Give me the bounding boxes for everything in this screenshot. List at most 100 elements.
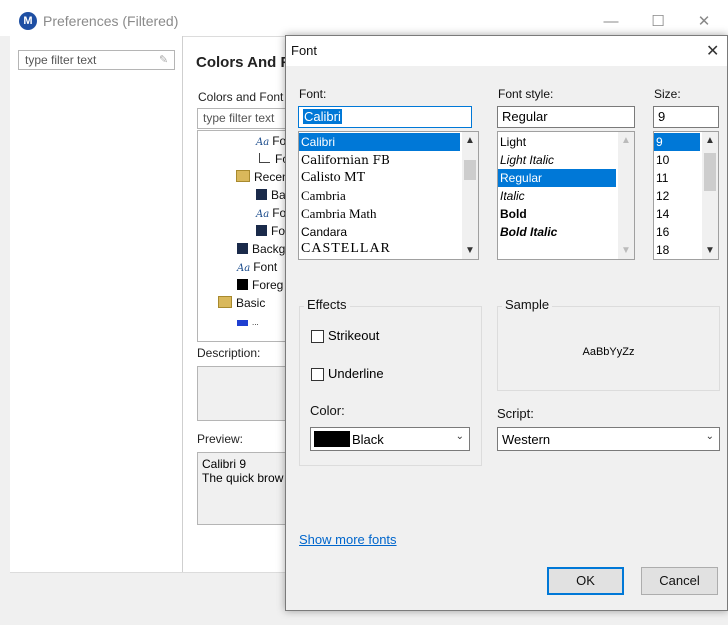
font-icon: Aa (256, 209, 270, 220)
tree-item-label: Foreg (252, 278, 284, 292)
tree-item[interactable]: Ba (256, 188, 286, 206)
font-list-item[interactable]: CASTELLAR (299, 240, 391, 258)
style-list-item[interactable]: Bold (498, 205, 527, 223)
size-input[interactable]: 9 (653, 106, 719, 128)
tree-item-label: Basic (236, 296, 266, 310)
colors-fonts-label: Colors and Font (198, 90, 284, 104)
chevron-down-icon: ⌄ (455, 431, 464, 442)
font-list-scrollbar[interactable]: ▲ ▼ (462, 132, 478, 259)
tree-item[interactable]: Foreg (237, 278, 283, 296)
style-list-item[interactable]: Bold Italic (498, 223, 557, 241)
underline-checkbox[interactable] (311, 368, 324, 381)
color-swatch-icon (237, 279, 248, 290)
colors-fonts-tree[interactable]: AaFo Fo Recen Ba AaFo Fo Backg AaFont Fo… (197, 130, 287, 342)
size-list-item[interactable]: 9 (654, 133, 700, 151)
font-name-input[interactable]: Calibri (298, 106, 472, 128)
maximize-icon[interactable]: ☐ (643, 10, 673, 34)
font-list[interactable]: Calibri Californian FB Calisto MT Cambri… (298, 131, 479, 260)
color-swatch-icon (256, 189, 267, 200)
font-list-item[interactable]: Cambria (299, 187, 346, 205)
tree-item[interactable]: Basic (218, 296, 265, 314)
sample-text: AaBbYyZz (582, 346, 635, 358)
preview-label: Preview: (197, 432, 244, 446)
color-dropdown[interactable]: Black ⌄ (310, 427, 470, 451)
font-list-item[interactable]: Cambria Math (299, 205, 376, 223)
chevron-down-icon: ⌄ (705, 431, 714, 442)
minimize-icon[interactable]: — (596, 10, 626, 34)
tree-item[interactable]: Aa Fo (256, 206, 286, 224)
style-list-item[interactable]: Regular (498, 169, 616, 187)
font-list-item[interactable]: Calisto MT (299, 169, 365, 187)
strikeout-label[interactable]: Strikeout (328, 328, 379, 343)
tree-item-label: Fo (271, 224, 286, 238)
font-dialog: Font ✕ Font: Calibri Calibri Californian… (285, 35, 728, 611)
strikeout-checkbox[interactable] (311, 330, 324, 343)
script-label: Script: (497, 406, 534, 421)
color-swatch (314, 431, 350, 447)
style-list-item[interactable]: Light Italic (498, 151, 554, 169)
tree-item[interactable]: Fo (259, 152, 286, 170)
tree-line-icon (259, 153, 270, 163)
color-swatch-icon (237, 320, 248, 326)
style-list-item[interactable]: Italic (498, 187, 525, 205)
size-list-item[interactable]: 12 (654, 187, 669, 205)
colors-fonts-filter-input[interactable]: type filter text (197, 108, 287, 129)
font-list-item[interactable]: Candara (299, 223, 347, 241)
size-list[interactable]: 9 10 11 12 14 16 18 ▲ ▼ (653, 131, 719, 260)
size-label: Size: (654, 87, 681, 101)
size-list-item[interactable]: 10 (654, 151, 669, 169)
window-close-icon[interactable]: ✕ (689, 10, 719, 34)
style-list-item[interactable]: Light (498, 133, 526, 151)
font-dialog-titlebar (286, 36, 727, 66)
clear-filter-icon[interactable]: ✎ (159, 53, 168, 66)
page-title: Colors And F (196, 54, 290, 71)
tree-item-label: Backg (252, 242, 286, 256)
font-list-item[interactable]: Calibri (299, 133, 460, 151)
size-list-item[interactable]: 18 (654, 241, 669, 259)
font-list-item[interactable]: Californian FB (299, 151, 390, 169)
font-label: Font: (299, 87, 327, 101)
size-list-item[interactable]: 14 (654, 205, 669, 223)
dialog-close-icon[interactable]: ✕ (706, 41, 719, 61)
tree-item[interactable]: Backg (237, 242, 285, 260)
tree-item[interactable]: Fo (256, 224, 285, 242)
tree-item[interactable]: Recen (236, 170, 286, 188)
sample-label: Sample (502, 297, 553, 312)
color-swatch-icon (256, 225, 267, 236)
font-style-input[interactable]: Regular (497, 106, 635, 128)
tree-item-label: Ba (271, 188, 286, 202)
scroll-thumb[interactable] (464, 160, 476, 180)
underline-label[interactable]: Underline (328, 366, 384, 381)
scroll-up-icon[interactable]: ▲ (702, 132, 718, 149)
font-style-list[interactable]: Light Light Italic Regular Italic Bold B… (497, 131, 635, 260)
ok-button[interactable]: OK (547, 567, 624, 595)
size-list-scrollbar[interactable]: ▲ ▼ (702, 132, 718, 259)
scroll-up-icon[interactable]: ▲ (462, 132, 478, 149)
cancel-button[interactable]: Cancel (641, 567, 718, 595)
style-list-scrollbar[interactable]: ▲ ▼ (618, 132, 634, 259)
tree-item[interactable]: ... (237, 314, 259, 332)
preview-box: Calibri 9 The quick brow (197, 452, 287, 525)
scroll-thumb[interactable] (704, 153, 716, 191)
color-label: Color: (310, 403, 345, 418)
effects-label: Effects (304, 297, 350, 312)
show-more-fonts-link[interactable]: Show more fonts (299, 532, 397, 547)
scroll-down-icon[interactable]: ▼ (702, 242, 718, 259)
scroll-down-icon[interactable]: ▼ (462, 242, 478, 259)
color-value: Black (352, 432, 384, 447)
size-list-item[interactable]: 16 (654, 223, 669, 241)
folder-icon (218, 296, 232, 308)
tree-item-label: ... (252, 318, 259, 327)
preferences-filter-input[interactable]: type filter text (18, 50, 175, 70)
scroll-up-icon[interactable]: ▲ (618, 132, 634, 149)
tree-item[interactable]: Aa Fo (256, 134, 286, 152)
script-dropdown[interactable]: Western ⌄ (497, 427, 720, 451)
tree-item[interactable]: Aa Font (237, 260, 277, 278)
font-icon: Aa (237, 263, 251, 274)
font-icon: Aa (256, 137, 270, 148)
size-list-item[interactable]: 11 (654, 169, 668, 187)
font-style-label: Font style: (498, 87, 554, 101)
scroll-down-icon[interactable]: ▼ (618, 242, 634, 259)
font-name-value: Calibri (303, 109, 342, 124)
preview-line: The quick brow (202, 471, 284, 485)
